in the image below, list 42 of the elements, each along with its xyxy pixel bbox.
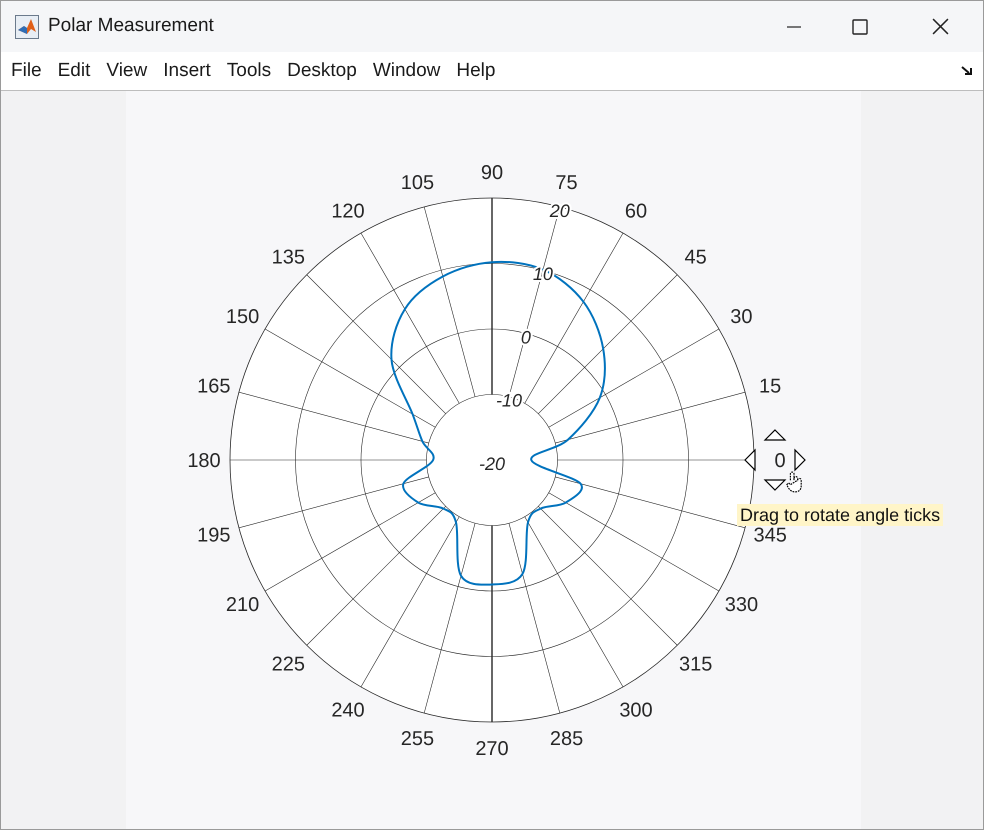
maximize-icon[interactable] [852, 18, 868, 34]
angle-tick-label: 105 [400, 172, 434, 194]
angle-tick-label: 0 [774, 450, 786, 472]
app-logo-icon [15, 14, 39, 38]
rotate-cursor-icon [744, 429, 806, 491]
angle-tick-label: 210 [226, 594, 260, 616]
menu-item[interactable]: Tools [218, 56, 280, 86]
menu-item[interactable]: Desktop [279, 56, 365, 86]
menu-item[interactable]: File [3, 56, 50, 86]
angle-tick-label: 315 [678, 654, 712, 676]
close-icon[interactable] [932, 18, 949, 35]
angle-tick-label: 240 [331, 699, 365, 722]
angle-tick-label: 45 [684, 246, 707, 268]
dock-arrow-icon[interactable] [961, 65, 973, 77]
angle-tick-label: 75 [555, 172, 578, 194]
angle-tick-label: 15 [759, 375, 782, 398]
angle-tick-label: 300 [619, 699, 653, 722]
angle-tick-label: 90 [480, 162, 504, 184]
menu-item[interactable]: Window [364, 56, 448, 86]
angle-tick-label: 165 [197, 375, 230, 398]
menu-item[interactable]: View [98, 56, 156, 86]
radius-tick-label: -10 [496, 390, 522, 411]
menu-item[interactable]: Edit [50, 56, 98, 86]
angle-tick-label: 135 [272, 246, 306, 268]
angle-tick-label: 270 [475, 738, 509, 760]
angle-tick-label: 285 [550, 728, 584, 750]
hand-cursor-icon [785, 471, 803, 493]
menu-item[interactable]: Help [448, 56, 504, 86]
angle-tick-label: 60 [624, 200, 648, 223]
angle-tick-label: 120 [331, 200, 365, 223]
angle-tick-label: 330 [724, 594, 758, 616]
angle-tick-label: 150 [226, 306, 260, 328]
angle-tick-label: 345 [754, 524, 787, 547]
angle-tick-label: 255 [400, 728, 434, 750]
window-title: Polar Measurement [48, 14, 214, 38]
menu-item[interactable]: Insert [155, 56, 219, 86]
angle-tick-label: 30 [730, 306, 753, 328]
tooltip: Drag to rotate angle ticks [737, 504, 944, 526]
angle-tick-label: 195 [197, 524, 230, 547]
angle-tick-label: 180 [187, 450, 221, 472]
radius-tick-label: -20 [479, 454, 505, 474]
angle-tick-label: 225 [272, 654, 306, 676]
